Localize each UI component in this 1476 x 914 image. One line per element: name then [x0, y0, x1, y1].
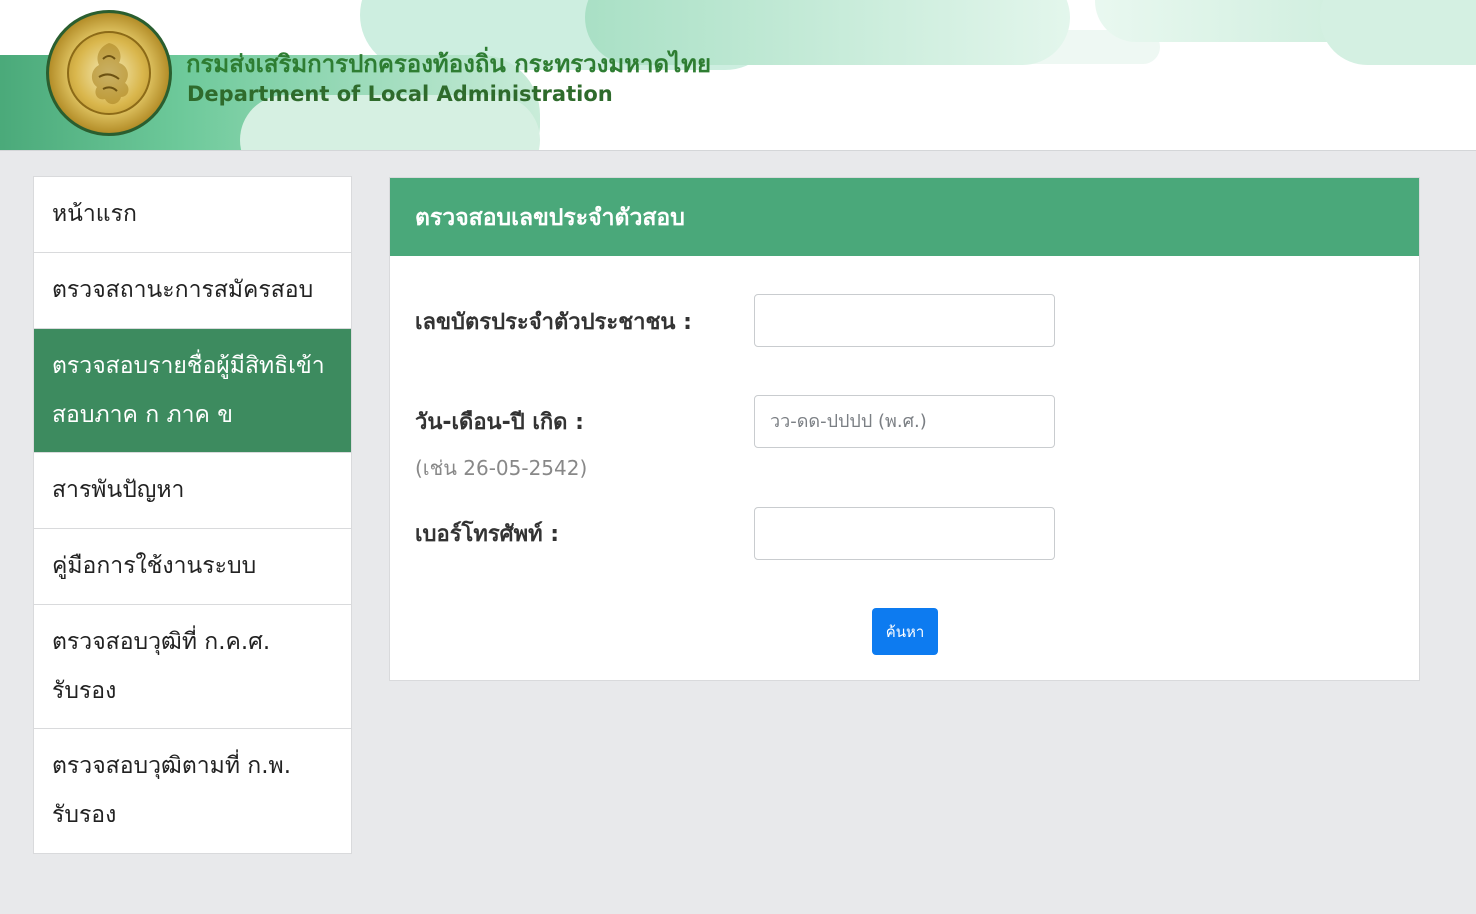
header-decoration	[1320, 0, 1476, 65]
card-heading: ตรวจสอบเลขประจำตัวสอบ	[390, 178, 1419, 256]
sidebar-item-label: หน้าแรก	[52, 201, 137, 227]
sidebar-item-label: ตรวจสอบวุฒิที่ ก.ค.ศ. รับรอง	[52, 629, 271, 704]
citizen-id-label: เลขบัตรประจำตัวประชาชน :	[415, 310, 692, 335]
department-seal-logo[interactable]	[46, 10, 172, 136]
site-title-english: Department of Local Administration	[187, 82, 613, 106]
phone-input[interactable]	[754, 507, 1055, 560]
sidebar-item-faq[interactable]: สารพันปัญหา	[34, 453, 351, 529]
sidebar-item-label: สารพันปัญหา	[52, 477, 185, 503]
sidebar-item-label: คู่มือการใช้งานระบบ	[52, 553, 257, 579]
sidebar-item-label: ตรวจสถานะการสมัครสอบ	[52, 277, 314, 303]
site-header: กรมส่งเสริมการปกครองท้องถิ่น กระทรวงมหาด…	[0, 0, 1476, 151]
exam-id-search-card: ตรวจสอบเลขประจำตัวสอบ เลขบัตรประจำตัวประ…	[389, 177, 1420, 681]
sidebar-item-label: ตรวจสอบวุฒิตามที่ ก.พ. รับรอง	[52, 753, 292, 828]
birth-date-hint: (เช่น 26-05-2542)	[415, 456, 588, 480]
lion-emblem-icon	[91, 43, 129, 105]
sidebar-item-application-status[interactable]: ตรวจสถานะการสมัครสอบ	[34, 253, 351, 329]
sidebar-item-home[interactable]: หน้าแรก	[34, 177, 351, 253]
site-title-thai: กรมส่งเสริมการปกครองท้องถิ่น กระทรวงมหาด…	[186, 50, 712, 78]
birth-date-label: วัน-เดือน-ปี เกิด :	[415, 410, 584, 435]
sidebar-menu: หน้าแรก ตรวจสถานะการสมัครสอบ ตรวจสอบรายช…	[33, 176, 352, 854]
sidebar-item-kks-qualifications[interactable]: ตรวจสอบวุฒิที่ ก.ค.ศ. รับรอง	[34, 605, 351, 729]
sidebar-item-eligible-candidates[interactable]: ตรวจสอบรายชื่อผู้มีสิทธิเข้าสอบภาค ก ภาค…	[34, 329, 351, 453]
citizen-id-input[interactable]	[754, 294, 1055, 347]
phone-label: เบอร์โทรศัพท์ :	[415, 522, 560, 547]
sidebar-item-label: ตรวจสอบรายชื่อผู้มีสิทธิเข้าสอบภาค ก ภาค…	[52, 353, 325, 428]
search-button[interactable]: ค้นหา	[872, 608, 938, 655]
birth-date-input[interactable]	[754, 395, 1055, 448]
sidebar-item-user-manual[interactable]: คู่มือการใช้งานระบบ	[34, 529, 351, 605]
sidebar-item-kp-qualifications[interactable]: ตรวจสอบวุฒิตามที่ ก.พ. รับรอง	[34, 729, 351, 853]
